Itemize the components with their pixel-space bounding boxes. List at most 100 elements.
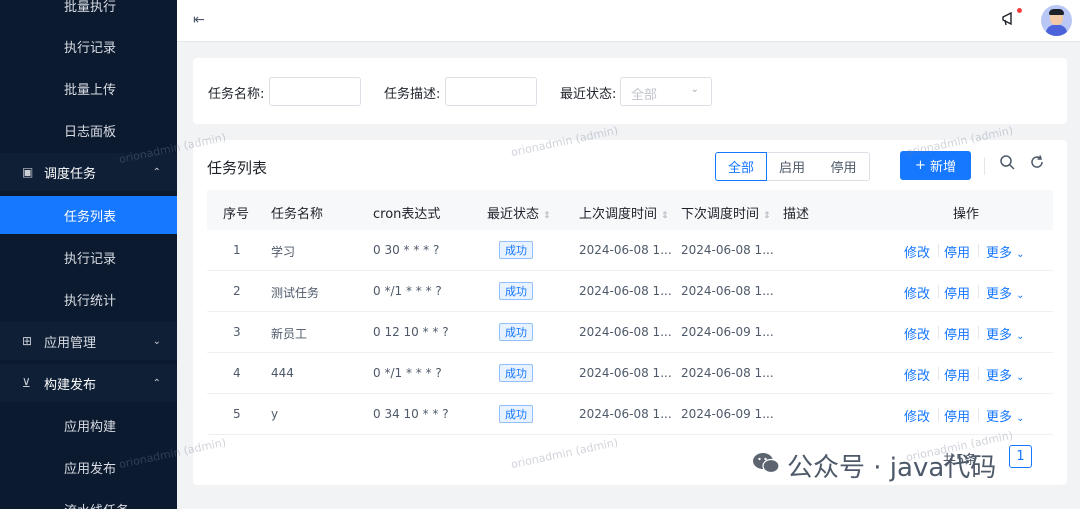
sidebar-item-label: 批量上传	[64, 82, 117, 98]
table-title: 任务列表	[207, 159, 268, 177]
sidebar-group-schedule[interactable]: ▣ 调度任务 ⌃	[0, 153, 177, 191]
sidebar-item-app-release[interactable]: 应用发布	[0, 448, 177, 486]
sidebar-group-label: 应用管理	[44, 335, 97, 351]
row-name: 测试任务	[271, 286, 320, 300]
chevron-down-icon: ⌄	[1016, 249, 1025, 260]
row-name: 学习	[271, 245, 296, 259]
disable-link[interactable]: 停用	[944, 365, 970, 384]
col-last-time[interactable]: 上次调度时间 ⇕	[579, 203, 669, 222]
sidebar-group-label: 调度任务	[44, 166, 97, 182]
row-cron: 0 30 * * * ?	[373, 243, 440, 257]
disable-link[interactable]: 停用	[944, 406, 970, 425]
row-cron: 0 */1 * * * ?	[373, 366, 442, 380]
row-index: 2	[233, 284, 241, 298]
status-label: 最近状态:	[560, 87, 617, 102]
row-cron: 0 12 10 * * ?	[373, 325, 449, 339]
add-task-label: 新增	[929, 160, 956, 175]
edit-link[interactable]: 修改	[904, 324, 930, 343]
top-header: ⇤	[177, 0, 1080, 42]
col-status[interactable]: 最近状态 ⇕	[487, 203, 551, 222]
chevron-down-icon: ⌄	[1016, 331, 1025, 342]
chevron-down-icon: ⌄	[152, 335, 161, 347]
toolbar-divider	[984, 157, 985, 175]
table-row: 2 测试任务 0 */1 * * * ? 成功 2024-06-08 1... …	[207, 271, 1053, 312]
sidebar-item-exec-stats[interactable]: 执行统计	[0, 280, 177, 318]
more-dropdown[interactable]: 更多 ⌄	[986, 324, 1025, 343]
refresh-icon[interactable]	[1029, 154, 1045, 174]
sidebar-item-label: 执行记录	[64, 251, 117, 267]
table-row: 5 y 0 34 10 * * ? 成功 2024-06-08 1... 202…	[207, 394, 1053, 435]
sidebar-item-batch-upload[interactable]: 批量上传	[0, 69, 177, 107]
col-name: 任务名称	[271, 207, 324, 222]
row-name: 新员工	[271, 327, 308, 341]
col-next-time[interactable]: 下次调度时间 ⇕	[681, 203, 771, 222]
sidebar-item-pipeline[interactable]: 流水线任务	[0, 490, 177, 509]
chevron-up-icon: ⌃	[152, 377, 161, 389]
task-name-input[interactable]	[269, 77, 361, 106]
grid-icon: ⊞	[22, 334, 33, 348]
disable-link[interactable]: 停用	[944, 283, 970, 302]
disable-link[interactable]: 停用	[944, 242, 970, 261]
more-dropdown[interactable]: 更多 ⌄	[986, 406, 1025, 425]
status-badge: 成功	[499, 405, 533, 423]
chevron-down-icon: ⌄	[690, 84, 699, 95]
sidebar: 批量执行 执行记录 批量上传 日志面板 ▣ 调度任务 ⌃ 任务列表 执行记录 执…	[0, 0, 177, 509]
sort-icon: ⇕	[543, 211, 551, 221]
more-dropdown[interactable]: 更多 ⌄	[986, 365, 1025, 384]
edit-link[interactable]: 修改	[904, 242, 930, 261]
filter-disabled[interactable]: 停用	[818, 152, 870, 181]
task-desc-input[interactable]	[445, 77, 537, 106]
task-table-card: 任务列表 全部 启用 停用 + 新增 序号 任务名称 cron表达式 最近状态 ⇕…	[193, 140, 1067, 485]
deploy-icon: ⊻	[22, 376, 31, 390]
edit-link[interactable]: 修改	[904, 406, 930, 425]
add-task-button[interactable]: + 新增	[900, 151, 971, 180]
edit-link[interactable]: 修改	[904, 365, 930, 384]
sort-icon: ⇕	[763, 211, 771, 221]
col-actions: 操作	[953, 207, 980, 222]
plus-icon: +	[915, 158, 926, 173]
sidebar-item-exec-log[interactable]: 执行记录	[0, 27, 177, 65]
more-dropdown[interactable]: 更多 ⌄	[986, 242, 1025, 261]
row-next-time: 2024-06-08 1...	[681, 243, 774, 257]
table-row: 1 学习 0 30 * * * ? 成功 2024-06-08 1... 202…	[207, 230, 1053, 271]
sidebar-item-app-build[interactable]: 应用构建	[0, 406, 177, 444]
task-name-label: 任务名称:	[208, 87, 265, 102]
status-badge: 成功	[499, 282, 533, 300]
sidebar-group-build[interactable]: ⊻ 构建发布 ⌃	[0, 364, 177, 402]
search-icon[interactable]	[999, 154, 1015, 174]
col-index: 序号	[223, 207, 250, 222]
filter-enabled[interactable]: 启用	[766, 152, 819, 181]
megaphone-icon[interactable]	[1001, 10, 1019, 32]
row-next-time: 2024-06-09 1...	[681, 325, 774, 339]
wechat-icon	[753, 453, 780, 474]
sidebar-item-batch-exec[interactable]: 批量执行	[0, 0, 177, 24]
sidebar-group-label: 构建发布	[44, 377, 97, 393]
row-index: 5	[233, 407, 241, 421]
sort-icon: ⇕	[661, 211, 669, 221]
sidebar-item-task-list[interactable]: 任务列表	[0, 196, 177, 234]
sidebar-item-schedule-log[interactable]: 执行记录	[0, 238, 177, 276]
search-form: 任务名称: 任务描述: 最近状态: 全部 ⌄	[193, 58, 1067, 124]
edit-link[interactable]: 修改	[904, 283, 930, 302]
status-badge: 成功	[499, 364, 533, 382]
sidebar-item-label: 日志面板	[64, 124, 117, 140]
avatar[interactable]	[1041, 5, 1072, 36]
status-select[interactable]: 全部 ⌄	[620, 77, 712, 106]
row-last-time: 2024-06-08 1...	[579, 284, 672, 298]
sidebar-item-log-panel[interactable]: 日志面板	[0, 111, 177, 149]
sidebar-item-label: 执行统计	[64, 293, 117, 309]
more-dropdown[interactable]: 更多 ⌄	[986, 283, 1025, 302]
menu-fold-icon[interactable]: ⇤	[193, 12, 205, 28]
chevron-up-icon: ⌃	[152, 166, 161, 178]
disable-link[interactable]: 停用	[944, 324, 970, 343]
calendar-icon: ▣	[22, 165, 34, 179]
filter-all[interactable]: 全部	[715, 152, 767, 181]
status-badge: 成功	[499, 241, 533, 259]
chevron-down-icon: ⌄	[1016, 290, 1025, 301]
page-number[interactable]: 1	[1009, 445, 1032, 468]
row-index: 3	[233, 325, 241, 339]
row-last-time: 2024-06-08 1...	[579, 325, 672, 339]
sidebar-group-app[interactable]: ⊞ 应用管理 ⌄	[0, 322, 177, 360]
row-next-time: 2024-06-08 1...	[681, 284, 774, 298]
sidebar-item-label: 应用发布	[64, 461, 117, 477]
